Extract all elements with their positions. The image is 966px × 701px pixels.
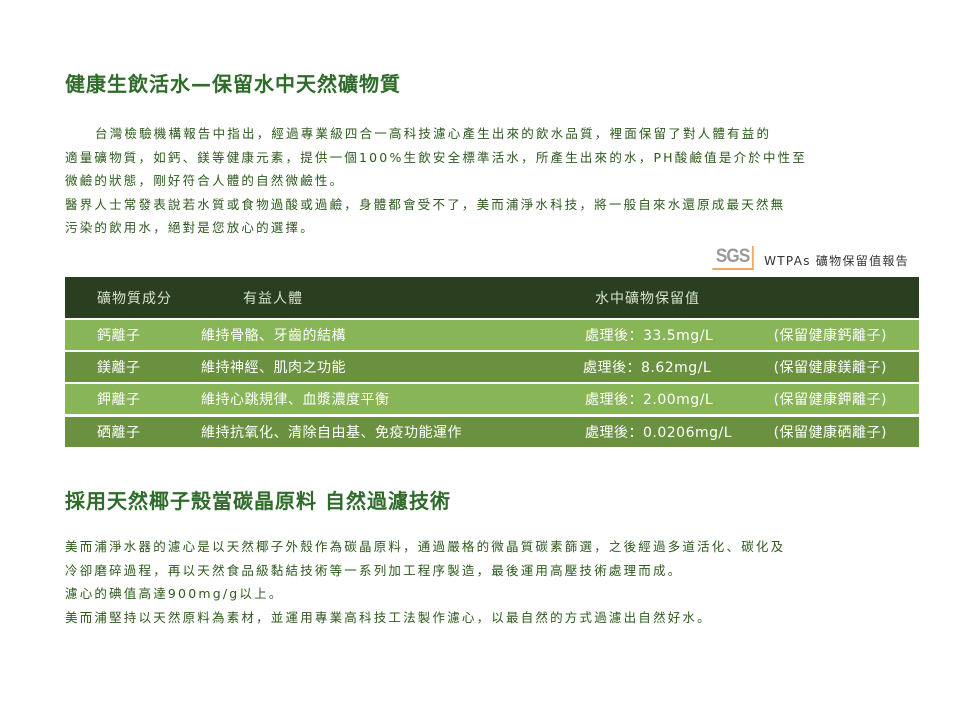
paragraph-line: 微鹼的狀態，剛好符合人體的自然微鹼性。	[65, 173, 345, 188]
paragraph-line: 冷卻磨碎過程，再以天然食品級黏結技術等一系列加工程序製造，最後運用高壓技術處理而…	[65, 562, 683, 578]
cell-mineral: 硒離子	[97, 425, 141, 441]
cell-value: 處理後：2.00mg/L	[585, 392, 714, 408]
cell-benefit: 維持骨骼、牙齒的結構	[201, 328, 346, 344]
paragraph-line: 台灣檢驗機構報告中指出，經過專業級四合一高科技濾心產生出來的飲水品質，裡面保留了…	[95, 126, 772, 141]
header-value: 水中礦物保留值	[595, 290, 700, 307]
paragraph-line: 醫界人士常發表說若水質或食物過酸或過鹼，身體都會受不了，美而浦淨水科技，將一般自…	[65, 196, 786, 212]
table-row: 鎂離子 維持神經、肌肉之功能 處理後：8.62mg/L (保留健康鎂離子)	[65, 352, 919, 382]
header-mineral: 礦物質成分	[97, 290, 172, 307]
sgs-report-label: SGS WTPAs 礦物保留值報告	[710, 246, 909, 270]
cell-value: 處理後：0.0206mg/L	[585, 425, 733, 441]
cell-benefit: 維持心跳規律、血漿濃度平衡	[201, 392, 390, 408]
paragraph-line: 濾心的碘值高達900mg/g以上。	[65, 586, 284, 601]
section-title-coconut-carbon: 採用天然椰子殼當碳晶原料 自然過濾技術	[65, 489, 451, 513]
paragraph-line: 美而浦堅持以天然原料為素材，並運用專業高科技工法製作濾心，以最自然的方式過濾出自…	[65, 609, 712, 625]
cell-note: (保留健康鈣離子)	[773, 328, 887, 344]
intro-paragraph: 台灣檢驗機構報告中指出，經過專業級四合一高科技濾心產生出來的飲水品質，裡面保留了…	[65, 122, 807, 240]
cell-note: (保留健康鎂離子)	[773, 360, 887, 376]
table-header: 礦物質成分 有益人體 水中礦物保留值	[65, 277, 919, 318]
cell-note: (保留健康鉀離子)	[773, 392, 887, 408]
header-benefit: 有益人體	[243, 290, 303, 307]
filter-paragraph: 美而浦淨水器的濾心是以天然椰子外殼作為碳晶原料，通過嚴格的微晶質碳素篩選，之後經…	[65, 535, 785, 629]
cell-value: 處理後：33.5mg/L	[585, 328, 714, 344]
cell-benefit: 維持抗氧化、清除自由基、免疫功能運作	[201, 425, 462, 441]
table-row: 硒離子 維持抗氧化、清除自由基、免疫功能運作 處理後：0.0206mg/L (保…	[65, 417, 919, 447]
cell-note: (保留健康硒離子)	[773, 425, 887, 441]
cell-mineral: 鎂離子	[97, 360, 141, 376]
table-row: 鉀離子 維持心跳規律、血漿濃度平衡 處理後：2.00mg/L (保留健康鉀離子)	[65, 384, 919, 414]
cell-benefit: 維持神經、肌肉之功能	[201, 360, 346, 376]
paragraph-line: 適量礦物質，如鈣、鎂等健康元素，提供一個100%生飲安全標準活水，所產生出來的水…	[65, 149, 808, 165]
cell-value: 處理後：8.62mg/L	[583, 360, 712, 376]
paragraph-line: 美而浦淨水器的濾心是以天然椰子外殼作為碳晶原料，通過嚴格的微晶質碳素篩選，之後經…	[65, 539, 786, 554]
sgs-logo: SGS	[712, 246, 754, 270]
paragraph-line: 污染的飲用水，絕對是您放心的選擇。	[65, 220, 315, 235]
cell-mineral: 鉀離子	[97, 392, 141, 408]
cell-mineral: 鈣離子	[97, 328, 141, 344]
table-row: 鈣離子 維持骨骼、牙齒的結構 處理後：33.5mg/L (保留健康鈣離子)	[65, 320, 919, 350]
section-title-healthy-water: 健康生飲活水—保留水中天然礦物質	[65, 72, 401, 96]
mineral-table: 礦物質成分 有益人體 水中礦物保留值 鈣離子 維持骨骼、牙齒的結構 處理後：33…	[65, 277, 919, 447]
sgs-report-text: WTPAs 礦物保留值報告	[764, 254, 909, 268]
